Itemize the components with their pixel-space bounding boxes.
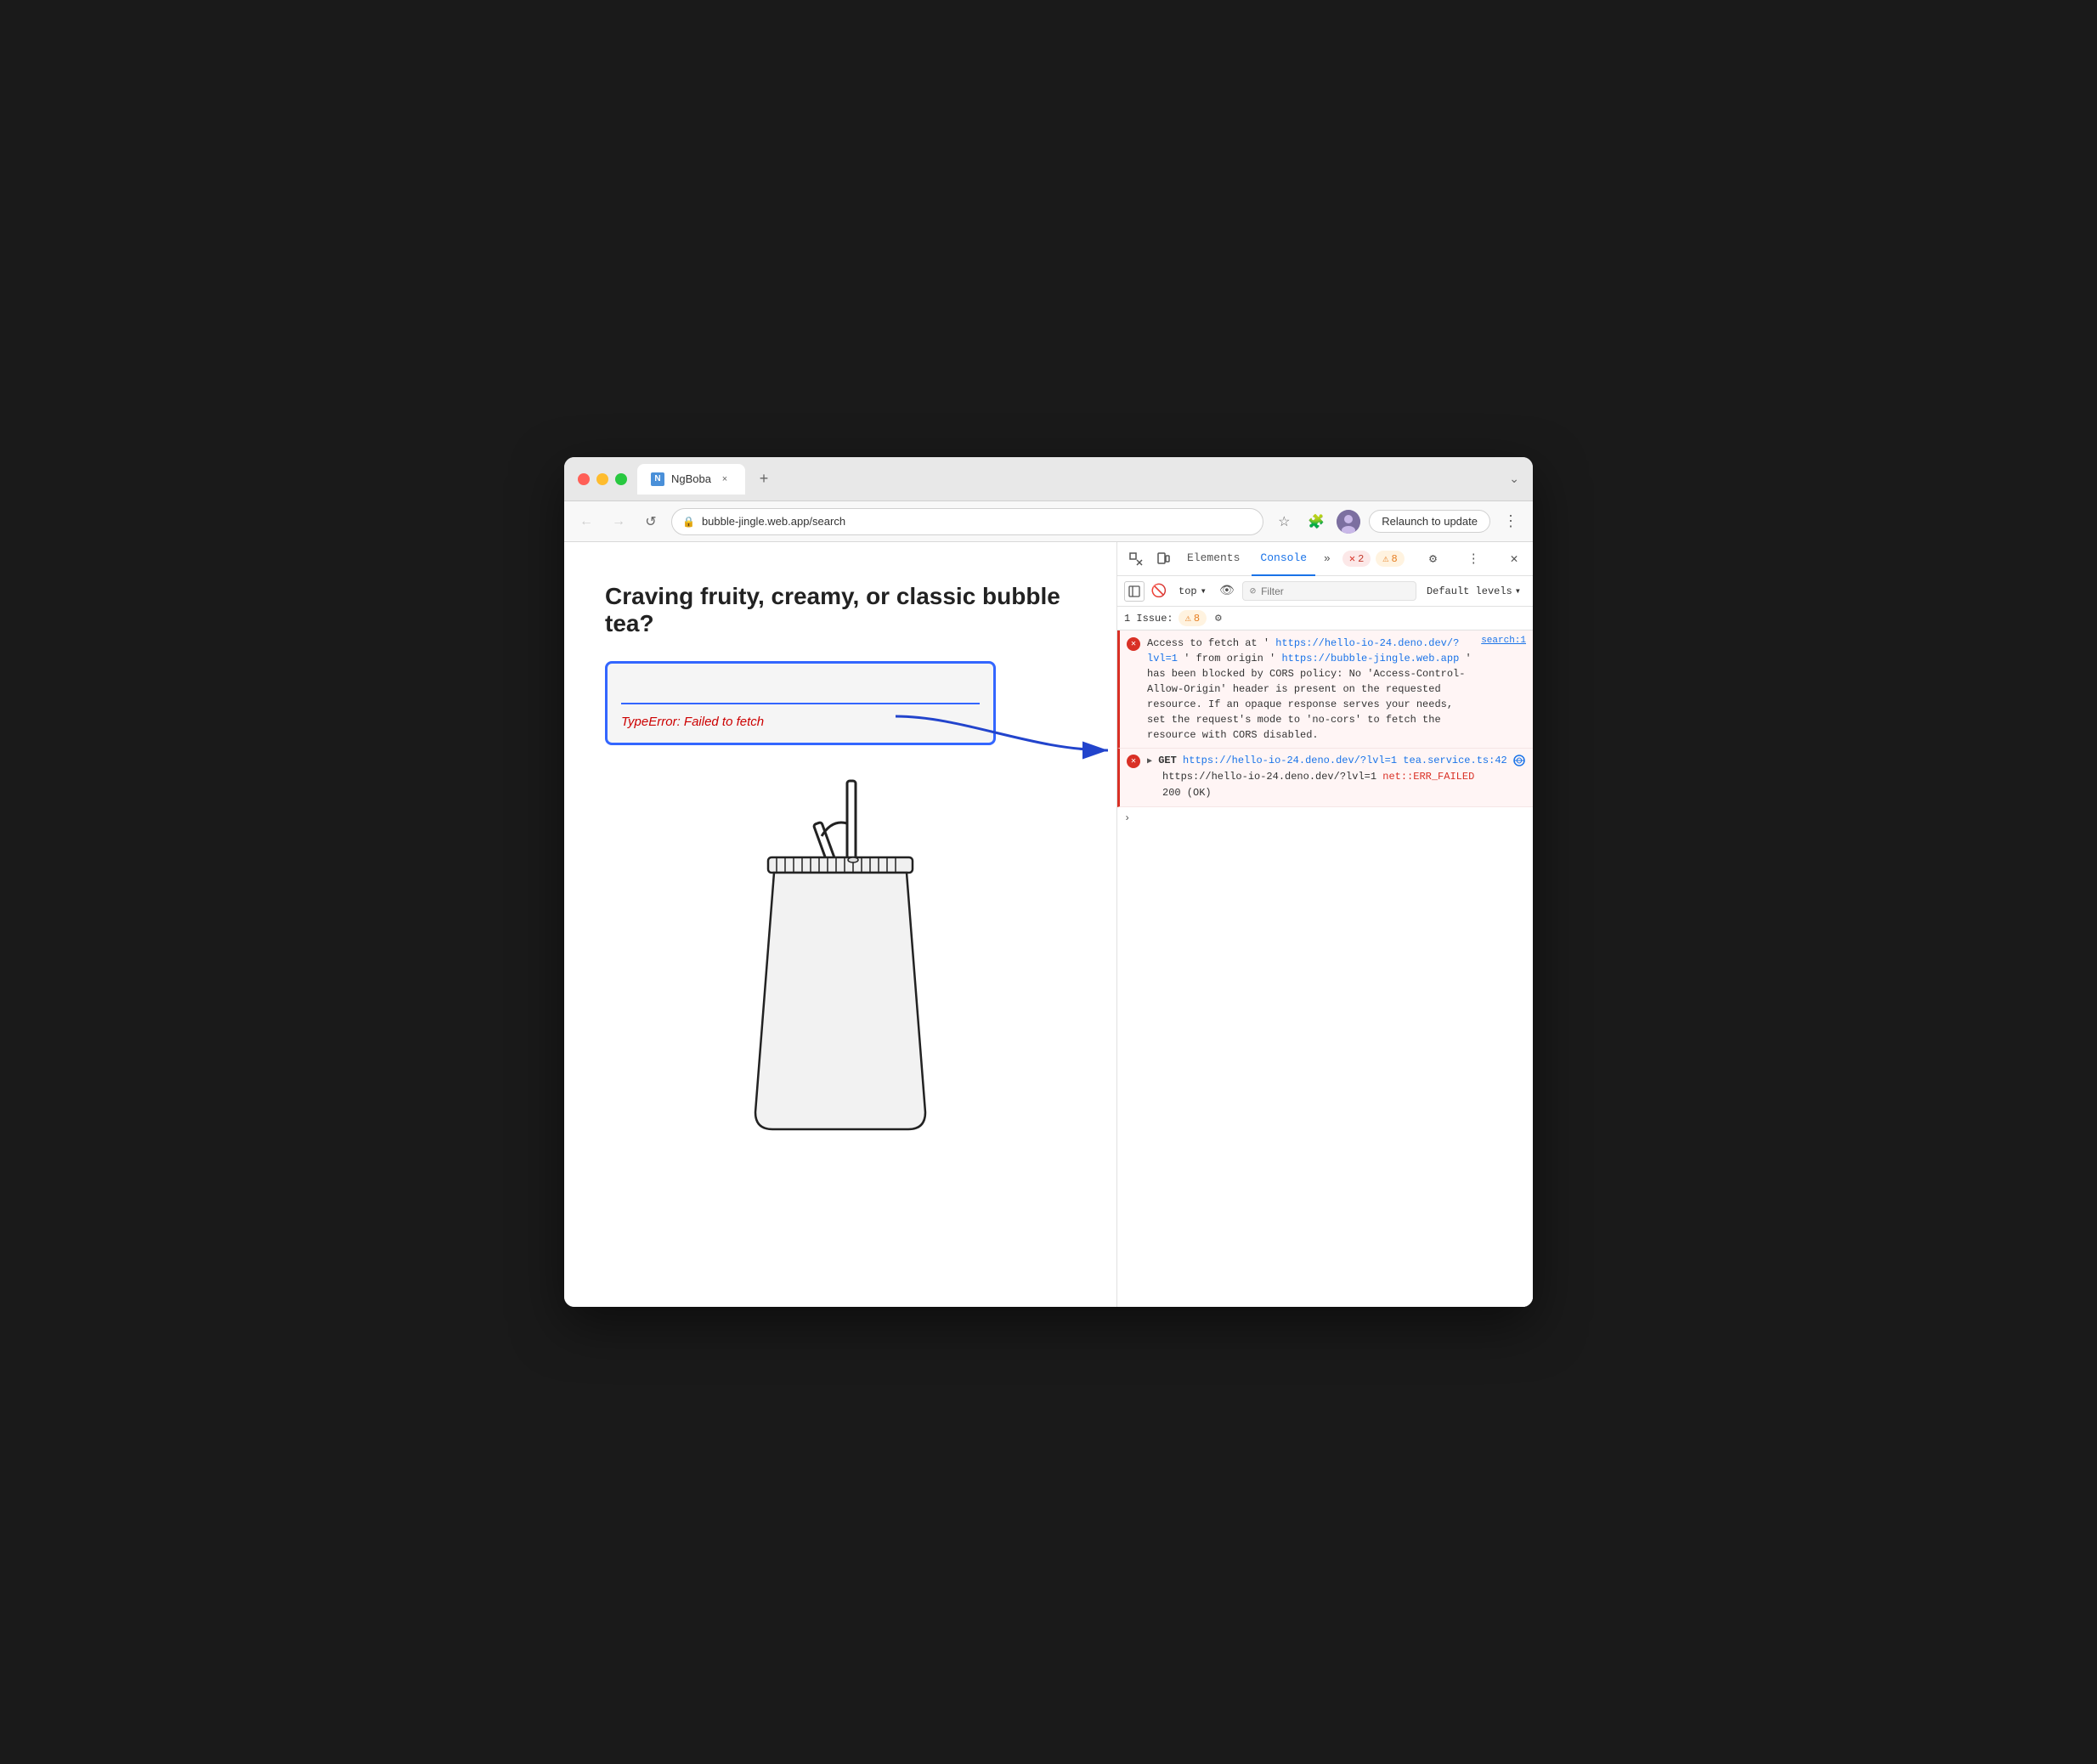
title-bar: N NgBoba × + ⌄ — [564, 457, 1533, 501]
new-tab-button[interactable]: + — [752, 467, 776, 491]
issues-count: 8 — [1194, 613, 1200, 625]
context-label: top — [1179, 585, 1197, 597]
browser-window: N NgBoba × + ⌄ ← → ↺ 🔒 bubble-jingle.web… — [564, 457, 1533, 1307]
context-dropdown-icon: ▾ — [1201, 585, 1207, 597]
profile-button[interactable] — [1337, 510, 1360, 534]
tab-favicon: N — [651, 472, 664, 486]
inspect-element-button[interactable] — [1124, 547, 1148, 571]
console-entry-cors: ✕ Access to fetch at ' https://hello-io-… — [1117, 630, 1533, 749]
toggle-sidebar-button[interactable] — [1124, 581, 1145, 602]
boba-cup-area — [605, 772, 1076, 1146]
traffic-lights — [578, 473, 627, 485]
error-count: 2 — [1358, 553, 1364, 565]
preserve-log-button[interactable]: 👁 — [1217, 581, 1237, 602]
profile-avatar[interactable] — [1337, 510, 1360, 534]
settings-button[interactable]: ⚙ — [1421, 547, 1444, 571]
tab-area: N NgBoba × + — [637, 464, 1499, 495]
console-output-area: ✕ Access to fetch at ' https://hello-io-… — [1117, 630, 1533, 1307]
search-box-wrapper: TypeError: Failed to fetch — [605, 661, 996, 745]
issues-settings-icon[interactable]: ⚙ — [1215, 612, 1222, 625]
more-options-button[interactable]: ⋮ — [1461, 547, 1485, 571]
clear-console-button[interactable]: 🚫 — [1150, 582, 1168, 601]
forward-button[interactable]: → — [607, 510, 630, 534]
page-content: Craving fruity, creamy, or classic bubbl… — [564, 542, 1116, 1307]
tab-close-button[interactable]: × — [718, 472, 732, 486]
context-selector[interactable]: top ▾ — [1173, 582, 1212, 600]
address-bar-input[interactable]: 🔒 bubble-jingle.web.app/search — [671, 508, 1263, 535]
error-count-badge: ✕ 2 — [1342, 551, 1371, 567]
tab-elements[interactable]: Elements — [1179, 542, 1248, 576]
filter-input[interactable] — [1261, 585, 1329, 597]
menu-button[interactable]: ⋮ — [1499, 510, 1523, 534]
back-button[interactable]: ← — [574, 510, 598, 534]
prompt-chevron-icon: › — [1124, 812, 1130, 824]
devtools-panel: Elements Console » ✕ 2 ⚠ 8 ⚙ ⋮ ✕ — [1116, 542, 1533, 1307]
get-url[interactable]: https://hello-io-24.deno.dev/?lvl=1 — [1183, 755, 1397, 766]
issues-bar: 1 Issue: ⚠ 8 ⚙ — [1117, 607, 1533, 630]
relaunch-button[interactable]: Relaunch to update — [1369, 510, 1490, 533]
error-icon: ✕ — [1127, 637, 1140, 651]
reload-button[interactable]: ↺ — [639, 510, 663, 534]
search-input[interactable] — [621, 677, 980, 704]
address-bar: ← → ↺ 🔒 bubble-jingle.web.app/search ☆ 🧩… — [564, 501, 1533, 542]
url-text: bubble-jingle.web.app/search — [702, 515, 1252, 528]
close-devtools-button[interactable]: ✕ — [1502, 547, 1526, 571]
tab-console[interactable]: Console — [1252, 542, 1315, 576]
extensions-button[interactable]: 🧩 — [1304, 510, 1328, 534]
console-entry-get: ✕ ▶ GET https://hello-io-24.deno.dev/?lv… — [1117, 749, 1533, 807]
filter-input-wrap: ⊘ — [1242, 581, 1416, 601]
issues-count-badge[interactable]: ⚠ 8 — [1179, 610, 1207, 626]
boba-cup-illustration — [721, 772, 959, 1146]
tab-title: NgBoba — [671, 472, 711, 485]
expand-triangle[interactable]: ▶ — [1147, 757, 1152, 766]
chevron-down-icon[interactable]: ⌄ — [1509, 472, 1519, 486]
bookmark-button[interactable]: ☆ — [1272, 510, 1296, 534]
console-prompt[interactable]: › — [1117, 807, 1533, 829]
device-toolbar-button[interactable] — [1151, 547, 1175, 571]
main-area: Craving fruity, creamy, or classic bubbl… — [564, 542, 1533, 1307]
maximize-button[interactable] — [615, 473, 627, 485]
more-tabs-button[interactable]: » — [1319, 549, 1336, 568]
levels-label: Default levels — [1427, 585, 1512, 597]
minimize-button[interactable] — [596, 473, 608, 485]
get-error-message: ▶ GET https://hello-io-24.deno.dev/?lvl=… — [1147, 753, 1526, 802]
levels-dropdown-icon: ▾ — [1515, 585, 1521, 597]
cors-origin-url[interactable]: https://bubble-jingle.web.app — [1281, 653, 1459, 664]
page-heading: Craving fruity, creamy, or classic bubbl… — [605, 583, 1076, 637]
network-link-icon[interactable] — [1513, 755, 1525, 766]
cors-error-message: Access to fetch at ' https://hello-io-24… — [1147, 636, 1474, 743]
lock-icon: 🔒 — [682, 516, 695, 528]
filter-icon: ⊘ — [1250, 585, 1256, 597]
warn-count: 8 — [1392, 553, 1398, 565]
warn-count-badge: ⚠ 8 — [1376, 551, 1404, 567]
get-source[interactable]: tea.service.ts:42 — [1403, 755, 1506, 766]
active-tab[interactable]: N NgBoba × — [637, 464, 745, 495]
window-controls-right: ⌄ — [1509, 472, 1519, 486]
cors-error-source[interactable]: search:1 — [1481, 636, 1526, 646]
devtools-secondary-toolbar: 🚫 top ▾ 👁 ⊘ Default levels ▾ — [1117, 576, 1533, 607]
devtools-main-toolbar: Elements Console » ✕ 2 ⚠ 8 ⚙ ⋮ ✕ — [1117, 542, 1533, 576]
error-message: TypeError: Failed to fetch — [621, 715, 980, 729]
issues-label: 1 Issue: — [1124, 613, 1173, 625]
close-button[interactable] — [578, 473, 590, 485]
error-icon-2: ✕ — [1127, 755, 1140, 768]
log-levels-button[interactable]: Default levels ▾ — [1422, 582, 1526, 600]
